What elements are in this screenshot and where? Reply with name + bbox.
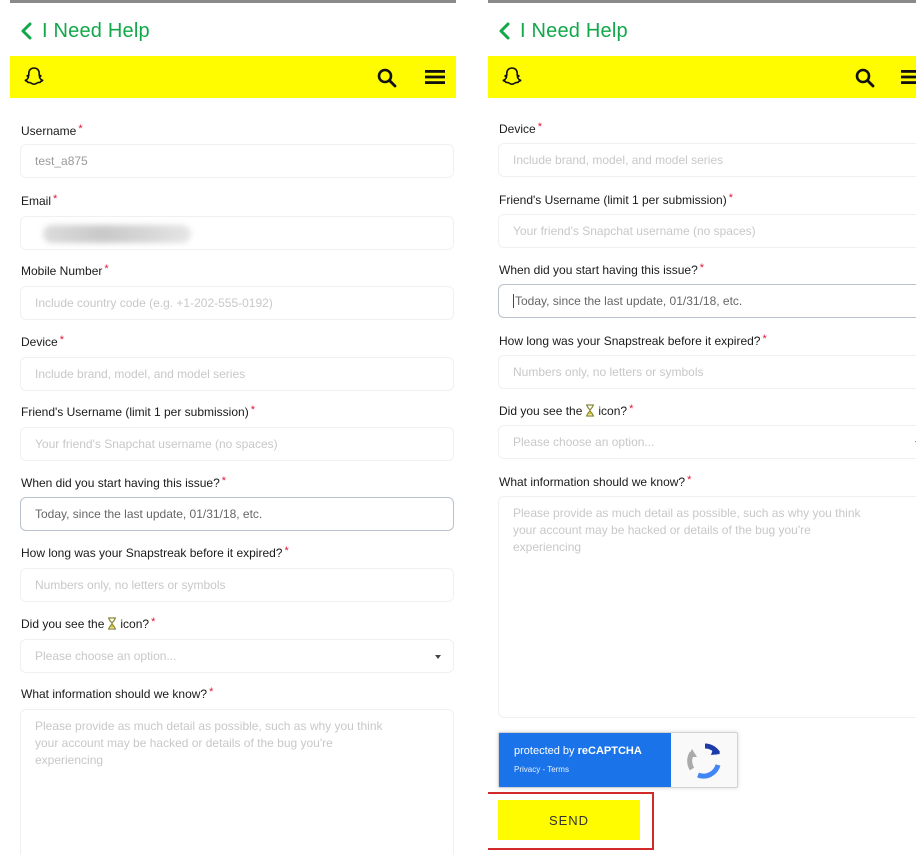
snapchat-ghost-icon[interactable] [22, 65, 46, 89]
back-link[interactable]: I Need Help [20, 16, 150, 46]
email-field[interactable] [20, 216, 454, 250]
top-divider [488, 0, 916, 3]
streak-length-label: How long was your Snapstreak before it e… [499, 333, 767, 348]
icon-seen-label: Did you see the icon? * [499, 403, 634, 418]
back-label: I Need Help [42, 19, 150, 42]
search-icon[interactable] [854, 67, 876, 89]
friend-username-label: Friend's Username (limit 1 per submissio… [21, 404, 255, 419]
right-screenshot-panel: I Need Help Device * Include brand, model… [488, 0, 916, 855]
issue-start-field[interactable]: Today, since the last update, 01/31/18, … [20, 497, 454, 531]
issue-start-field[interactable]: Today, since the last update, 01/31/18, … [498, 284, 916, 318]
friend-username-label: Friend's Username (limit 1 per submissio… [499, 192, 733, 207]
hamburger-menu-icon[interactable] [900, 67, 916, 87]
streak-length-field[interactable]: Numbers only, no letters or symbols [498, 355, 916, 389]
recaptcha-privacy-terms-links[interactable]: Privacy - Terms [514, 765, 569, 774]
chevron-left-icon [21, 22, 32, 40]
back-label: I Need Help [520, 19, 628, 42]
back-link[interactable]: I Need Help [498, 16, 628, 46]
caret-down-icon [435, 655, 441, 659]
issue-start-label: When did you start having this issue? * [499, 262, 705, 277]
friend-username-field[interactable]: Your friend's Snapchat username (no spac… [498, 214, 916, 248]
info-label: What information should we know? * [21, 686, 214, 701]
friend-username-field[interactable]: Your friend's Snapchat username (no spac… [20, 427, 454, 461]
blurred-email-value [43, 225, 191, 243]
username-label: Username * [21, 123, 83, 138]
username-field[interactable]: test_a875 [20, 144, 454, 178]
issue-start-label: When did you start having this issue? * [21, 475, 227, 490]
mobile-number-field[interactable]: Include country code (e.g. +1-202-555-01… [20, 286, 454, 320]
snapchat-ghost-icon[interactable] [500, 65, 524, 89]
recaptcha-logo-icon [687, 743, 721, 779]
hourglass-icon [586, 404, 595, 417]
device-field[interactable]: Include brand, model, and model series [20, 357, 454, 391]
device-field[interactable]: Include brand, model, and model series [498, 143, 916, 177]
send-button[interactable]: SEND [498, 800, 640, 840]
recaptcha-protected-text: protected by reCAPTCHA [514, 745, 642, 757]
email-label: Email * [21, 193, 58, 208]
hourglass-icon [108, 617, 117, 630]
search-icon[interactable] [376, 67, 398, 89]
info-textarea[interactable]: Please provide as much detail as possibl… [20, 709, 454, 855]
top-divider [10, 0, 456, 3]
recaptcha-info-panel: protected by reCAPTCHA Privacy - Terms [499, 733, 671, 787]
streak-length-field[interactable]: Numbers only, no letters or symbols [20, 568, 454, 602]
info-label: What information should we know? * [499, 474, 692, 489]
info-textarea[interactable]: Please provide as much detail as possibl… [498, 496, 916, 718]
icon-seen-label: Did you see the icon? * [21, 616, 156, 631]
recaptcha-badge[interactable]: protected by reCAPTCHA Privacy - Terms [498, 732, 738, 788]
device-label: Device * [21, 334, 64, 349]
icon-seen-select[interactable]: Please choose an option... [498, 425, 916, 459]
chevron-left-icon [499, 22, 510, 40]
device-label: Device * [499, 121, 542, 136]
left-screenshot-panel: I Need Help Username * test_a875 Email * M… [10, 0, 456, 855]
streak-length-label: How long was your Snapstreak before it e… [21, 545, 289, 560]
mobile-number-label: Mobile Number * [21, 263, 109, 278]
site-header-bar [488, 56, 916, 98]
icon-seen-select[interactable]: Please choose an option... [20, 639, 454, 673]
site-header-bar [10, 56, 456, 98]
text-cursor [513, 294, 514, 308]
hamburger-menu-icon[interactable] [424, 67, 446, 87]
